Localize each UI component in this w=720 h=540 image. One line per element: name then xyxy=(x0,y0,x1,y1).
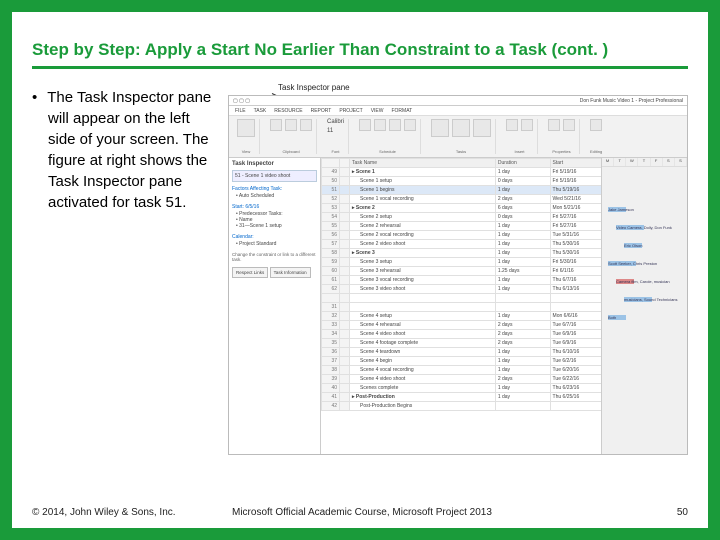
link-icon[interactable] xyxy=(389,119,401,131)
tab-view[interactable]: VIEW xyxy=(371,108,384,114)
info-icon[interactable] xyxy=(548,119,560,131)
slide-title: Step by Step: Apply a Start No Earlier T… xyxy=(32,40,688,60)
cut-icon[interactable] xyxy=(270,119,282,131)
window-title: Don Funk Music Video 1 - Project Profess… xyxy=(580,98,683,104)
tab-task[interactable]: TASK xyxy=(254,108,267,114)
page-number: 50 xyxy=(648,507,688,518)
tab-format[interactable]: FORMAT xyxy=(391,108,412,114)
task-inspector-pane: Task Inspector 51 - Scene 1 video shoot … xyxy=(229,158,321,454)
ribbon-group-clipboard: Clipboard xyxy=(266,119,317,154)
notes-icon[interactable] xyxy=(563,119,575,131)
gantt-chart-icon[interactable] xyxy=(237,119,255,137)
tab-resource[interactable]: RESOURCE xyxy=(274,108,302,114)
ribbon: View Clipboard Calibri xyxy=(229,116,687,158)
auto-icon[interactable] xyxy=(452,119,470,137)
slide: Step by Step: Apply a Start No Earlier T… xyxy=(12,12,708,528)
gantt-header: MT WT FS S xyxy=(602,158,687,167)
font-name[interactable]: Calibri xyxy=(327,119,344,125)
ribbon-group-font: Calibri 11 Font xyxy=(323,119,349,154)
titlebar: ▢ ▢ ▢ Don Funk Music Video 1 - Project P… xyxy=(229,96,687,106)
inspect-icon[interactable] xyxy=(473,119,491,137)
copyright: © 2014, John Wiley & Sons, Inc. xyxy=(32,507,232,518)
bullet-text: The Task Inspector pane will appear on t… xyxy=(32,87,212,455)
gantt-bar: Jake Jameson xyxy=(608,207,626,212)
inspector-task: 51 - Scene 1 video shoot xyxy=(232,170,317,182)
title-rule xyxy=(32,66,688,69)
quick-access[interactable]: ▢ ▢ ▢ xyxy=(233,98,250,104)
callout-label: Task Inspector pane xyxy=(278,83,350,92)
gantt-bar: Eric Olson xyxy=(624,243,642,248)
gantt-bar: Video Camera, Dolly, Don Funk xyxy=(616,225,644,230)
ribbon-group-view: View xyxy=(233,119,260,154)
unlink-icon[interactable] xyxy=(404,119,416,131)
body-area: Task Inspector 51 - Scene 1 video shoot … xyxy=(229,158,687,454)
font-size[interactable]: 11 xyxy=(327,128,333,134)
ribbon-group-tasks: Tasks xyxy=(427,119,496,154)
ribbon-group-editing: Editing xyxy=(586,119,606,154)
gantt-bar: Scott Seeker, Chris Preston xyxy=(608,261,636,266)
gantt-bar: Camera film, Carole, musician xyxy=(616,279,634,284)
copy-icon[interactable] xyxy=(285,119,297,131)
inspector-change-note: Change the constraint or link to a diffe… xyxy=(232,252,317,262)
ribbon-tabs[interactable]: FILE TASK RESOURCE REPORT PROJECT VIEW F… xyxy=(229,106,687,116)
outdent-icon[interactable] xyxy=(374,119,386,131)
content-row: The Task Inspector pane will appear on t… xyxy=(32,87,688,455)
gantt-bar: musicians, Sound Technicians xyxy=(624,297,652,302)
tab-report[interactable]: REPORT xyxy=(311,108,332,114)
manual-icon[interactable] xyxy=(431,119,449,137)
gantt-bar: Both xyxy=(608,315,626,320)
insert-task-icon[interactable] xyxy=(506,119,518,131)
ribbon-group-insert: Insert xyxy=(502,119,538,154)
slide-footer: © 2014, John Wiley & Sons, Inc. Microsof… xyxy=(32,507,688,518)
respect-links-button[interactable]: Respect Links xyxy=(232,267,268,278)
paste-icon[interactable] xyxy=(300,119,312,131)
indent-icon[interactable] xyxy=(359,119,371,131)
gantt-area: MT WT FS S Jake Jameson Video Camera, Dol… xyxy=(601,158,687,454)
milestone-icon[interactable] xyxy=(521,119,533,131)
tab-file[interactable]: FILE xyxy=(235,108,246,114)
ribbon-group-properties: Properties xyxy=(544,119,580,154)
tab-project[interactable]: PROJECT xyxy=(339,108,362,114)
ribbon-group-schedule: Schedule xyxy=(355,119,421,154)
task-info-button[interactable]: Task Information xyxy=(270,267,311,278)
course-title: Microsoft Official Academic Course, Micr… xyxy=(232,507,648,518)
find-icon[interactable] xyxy=(590,119,602,131)
project-window: ▢ ▢ ▢ Don Funk Music Video 1 - Project P… xyxy=(228,95,688,455)
figure: Task Inspector pane ▢ ▢ ▢ Don Funk Music… xyxy=(228,87,688,455)
inspector-heading: Task Inspector xyxy=(232,161,317,167)
task-grid-wrap: Task Name Duration Start Finish 49▸ Scen… xyxy=(321,158,687,454)
